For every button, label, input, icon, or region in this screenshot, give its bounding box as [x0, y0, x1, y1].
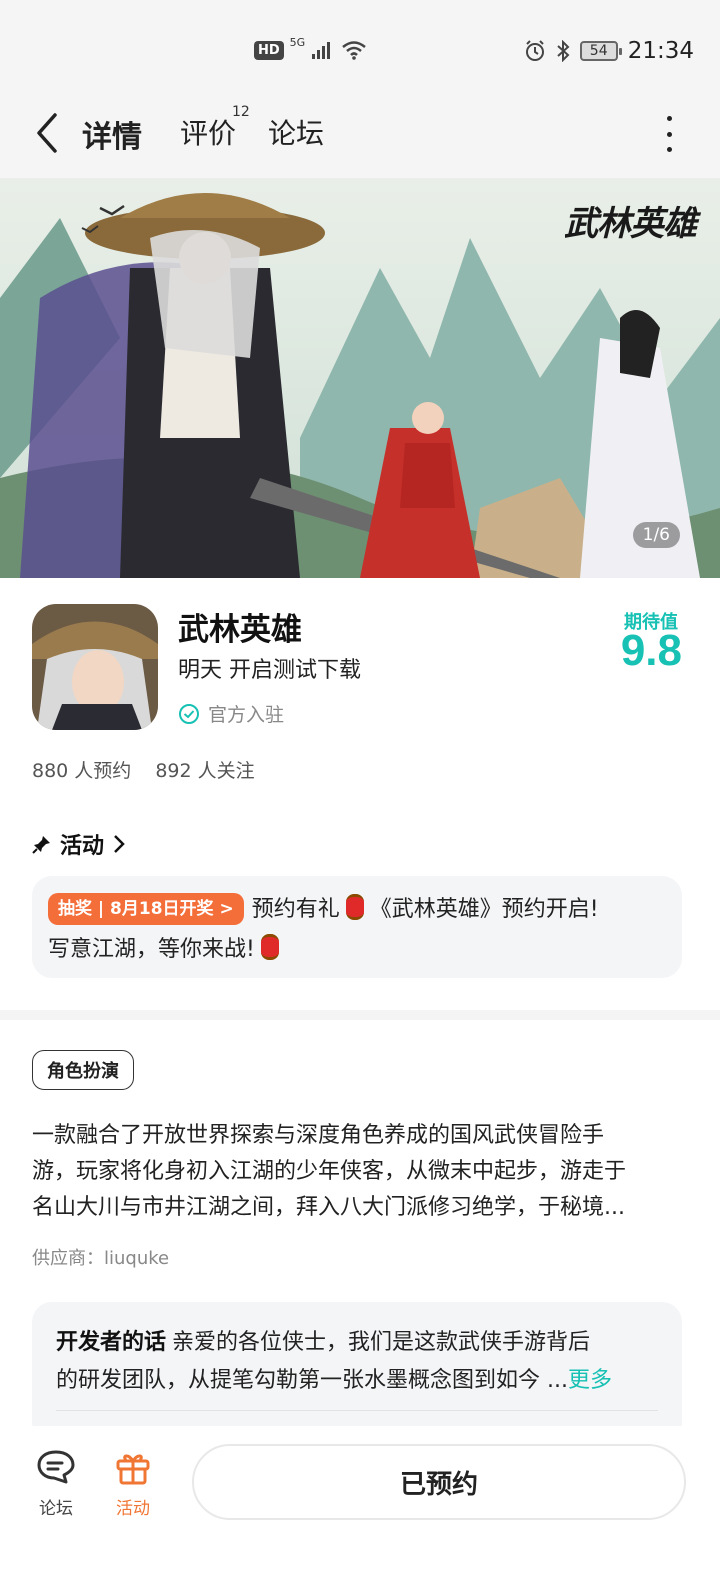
- bottom-forum-label: 论坛: [39, 1499, 73, 1519]
- screenshot-carousel[interactable]: 武林英雄 1/6: [0, 178, 720, 578]
- developer-note-text-2: 的研发团队，从提笔勾勒第一张水墨概念图到如今 ...: [56, 1368, 568, 1393]
- chevron-left-icon: [37, 113, 57, 153]
- tab-reviews-label: 评价: [180, 117, 237, 150]
- battery-indicator: 54: [579, 41, 622, 61]
- developer-note-line-2: 的研发团队，从提笔勾勒第一张水墨概念图到如今 ...更多: [56, 1362, 658, 1400]
- bluetooth-icon: [557, 40, 570, 62]
- bottom-activity-button[interactable]: 活动: [114, 1448, 152, 1519]
- app-stats: 880 人预约 892 人关注: [32, 756, 255, 783]
- signal-icon: [312, 42, 331, 59]
- app-icon: [32, 604, 158, 730]
- hd-badge: HD: [254, 40, 284, 60]
- bottom-activity-label: 活动: [116, 1499, 150, 1519]
- tab-forum-label: 论坛: [268, 117, 325, 150]
- network-label: 5G: [289, 35, 306, 49]
- status-right: 54 21:34: [524, 38, 694, 64]
- developer-note-line-1: 开发者的话 亲爱的各位侠士，我们是这款武侠手游背后: [56, 1324, 658, 1362]
- activity-text-c: 写意江湖，等你来战!: [48, 937, 255, 962]
- more-options-button[interactable]: [664, 116, 674, 152]
- description-line: 一款融合了开放世界探索与深度角色养成的国风武侠冒险手: [32, 1123, 605, 1148]
- official-badge: 官方入驻: [178, 700, 284, 727]
- official-label: 官方入驻: [208, 704, 285, 726]
- developer-note-label: 开发者的话: [56, 1330, 167, 1355]
- chat-bubble-icon: [37, 1450, 75, 1484]
- more-dot: [666, 131, 672, 137]
- status-center: HD 5G: [254, 36, 367, 60]
- section-divider: [0, 1010, 720, 1020]
- activity-text-a: 预约有礼: [251, 897, 340, 922]
- lantern-icon: [345, 894, 364, 920]
- verified-check-icon: [179, 703, 199, 724]
- status-time: 21:34: [627, 38, 694, 64]
- bottom-forum-button[interactable]: 论坛: [36, 1448, 76, 1519]
- reservation-count: 880 人预约: [32, 760, 132, 782]
- description-line: 游，玩家将化身初入江湖的少年侠客，从微末中起步，游走于: [32, 1159, 627, 1184]
- top-nav: 详情 评价 12 论坛: [0, 88, 720, 178]
- developer-note-card[interactable]: 开发者的话 亲爱的各位侠士，我们是这款武侠手游背后 的研发团队，从提笔勾勒第一张水…: [32, 1302, 682, 1442]
- activity-title: 活动: [60, 834, 105, 859]
- developer-note-more-link[interactable]: 更多: [568, 1368, 612, 1393]
- alarm-icon: [525, 40, 544, 61]
- follower-count: 892 人关注: [155, 760, 255, 782]
- developer-note-text-1: 亲爱的各位侠士，我们是这款武侠手游背后: [172, 1330, 591, 1355]
- genre-tag[interactable]: 角色扮演: [32, 1050, 134, 1090]
- app-description[interactable]: 一款融合了开放世界探索与深度角色养成的国风武侠冒险手 游，玩家将化身初入江湖的少…: [32, 1118, 688, 1226]
- expectation-score: 9.8: [620, 626, 682, 675]
- app-icon-art: [32, 604, 158, 730]
- lottery-badge[interactable]: 抽奖 | 8月18日开奖 >: [48, 893, 244, 925]
- chevron-right-icon: [114, 835, 125, 853]
- review-count: 12: [232, 104, 250, 120]
- status-bar: HD 5G 54 21:34: [0, 0, 720, 88]
- app-release-status: 明天 开启测试下载: [178, 658, 361, 683]
- activity-header[interactable]: 活动: [32, 828, 126, 860]
- activity-card[interactable]: 抽奖 | 8月18日开奖 > 预约有礼 《武林英雄》预约开启! 写意江湖，等你来战!: [32, 876, 682, 978]
- tab-detail[interactable]: 详情: [78, 112, 146, 156]
- wifi-icon: [342, 41, 366, 60]
- supplier-label: 供应商：liuquke: [32, 1248, 170, 1269]
- more-dot: [666, 116, 672, 121]
- tab-detail-label: 详情: [82, 120, 142, 155]
- description-line: 名山大川与市井江湖之间，拜入八大门派修习绝学，于秘境...: [32, 1195, 625, 1220]
- bottom-action-bar: 论坛 活动 已预约: [0, 1426, 720, 1584]
- banner-logo: 武林英雄: [564, 204, 697, 244]
- more-dot: [666, 147, 672, 152]
- lantern-icon: [260, 934, 279, 960]
- tab-forum[interactable]: 论坛: [268, 112, 324, 152]
- divider-line: [56, 1410, 658, 1411]
- pin-icon: [32, 836, 50, 854]
- activity-text-b: 《武林英雄》预约开启!: [369, 897, 599, 922]
- app-name: 武林英雄: [178, 612, 302, 648]
- back-button[interactable]: [32, 112, 62, 154]
- tab-reviews[interactable]: 评价 12: [180, 104, 250, 152]
- gift-icon: [116, 1454, 150, 1485]
- carousel-counter: 1/6: [632, 522, 680, 548]
- reserve-button[interactable]: 已预约: [192, 1444, 686, 1520]
